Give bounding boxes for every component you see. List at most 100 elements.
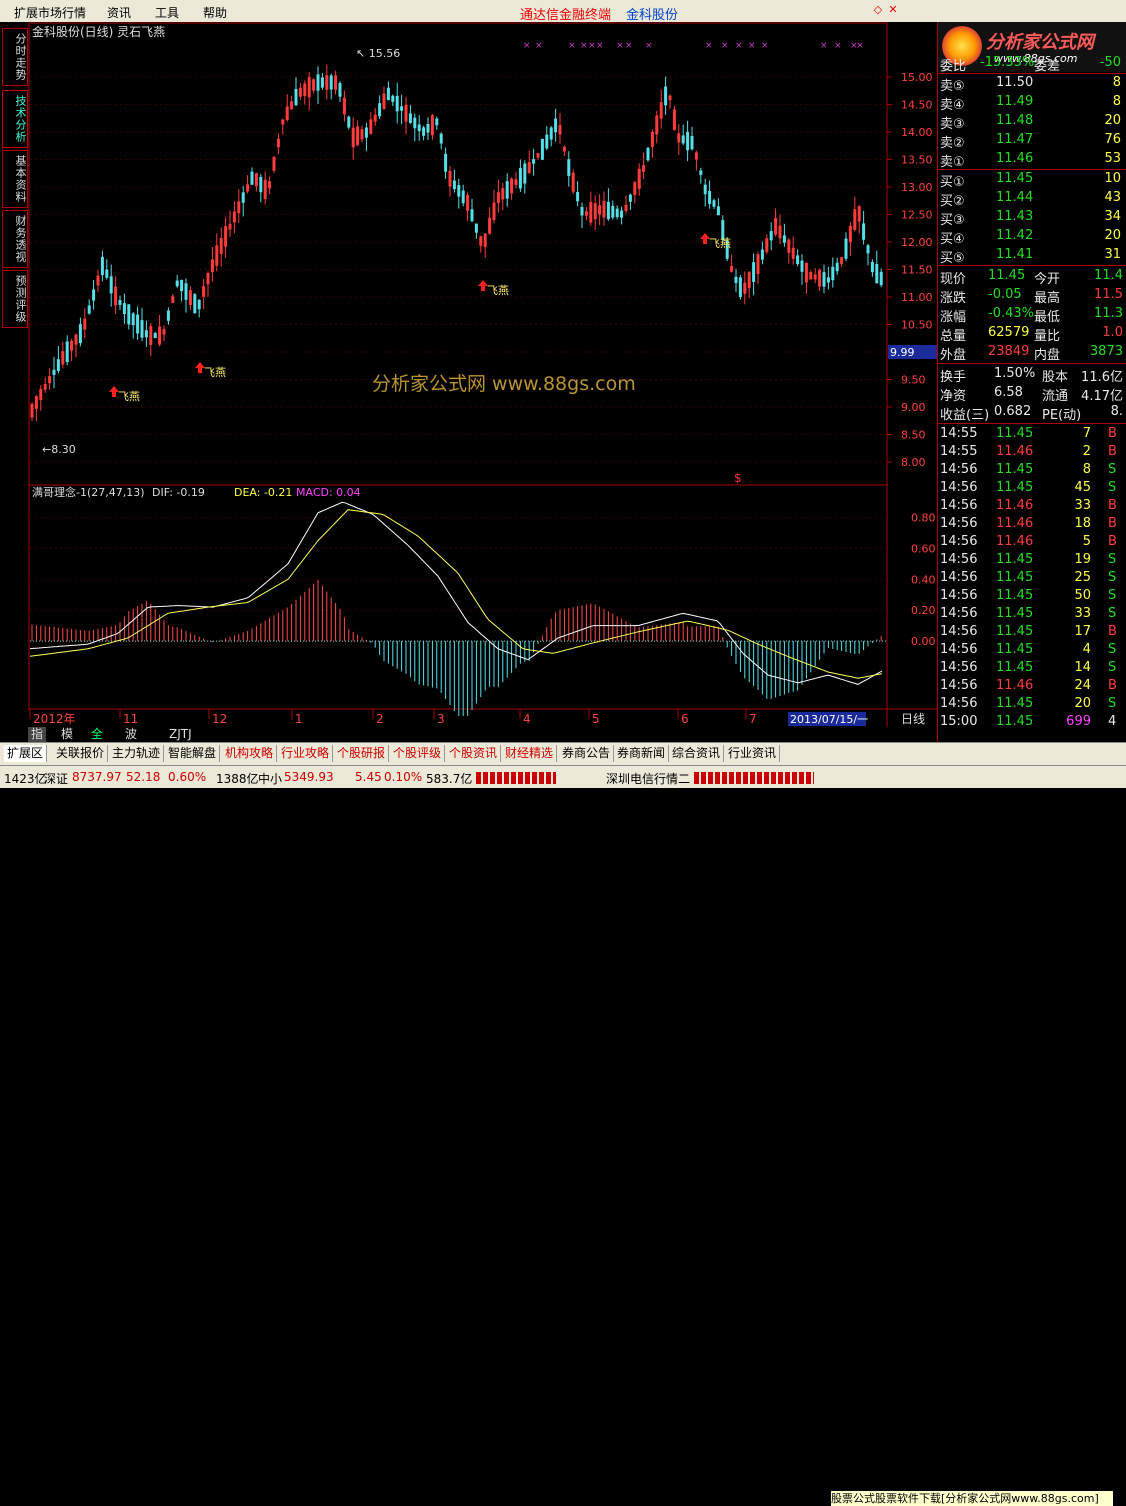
tick-row: 14:56 11.45 14 S <box>938 659 1126 677</box>
candle-body <box>444 153 448 172</box>
stat-label: 涨幅 <box>940 310 967 325</box>
stat-row: 涨跌 -0.05 最高 11.5 <box>938 286 1126 306</box>
price-tick-label: 15.00 <box>901 71 933 84</box>
candle-body <box>347 116 351 128</box>
info-tab[interactable]: 行业资讯 <box>725 745 781 762</box>
tick-time: 14:56 <box>940 588 978 603</box>
info-tab[interactable]: 券商公告 <box>559 745 615 762</box>
subtab-zjtj[interactable]: ZJTJ <box>166 727 195 742</box>
tab-intraday[interactable]: 分时走势 <box>2 28 28 86</box>
bid-volume: 34 <box>1104 209 1121 224</box>
candle-body <box>276 138 280 148</box>
menu-help[interactable]: 帮助 <box>203 4 227 21</box>
bid-volume: 43 <box>1104 190 1121 205</box>
info-tab[interactable]: 主力轨迹 <box>109 745 165 762</box>
info-tab[interactable]: 个股资讯 <box>446 745 502 762</box>
candle-body <box>39 388 43 401</box>
subtab-all[interactable]: 全部 <box>88 727 106 756</box>
info-tab[interactable]: 行业攻略 <box>278 745 334 762</box>
tab-fundamentals[interactable]: 基本资料 <box>2 150 28 208</box>
date-box-label: 2013/07/15/一 <box>790 713 868 726</box>
info-tab[interactable]: 综合资讯 <box>669 745 725 762</box>
candle-body <box>831 266 835 281</box>
candle-body <box>862 223 866 240</box>
candle-body <box>303 83 307 97</box>
candle-body <box>215 245 219 266</box>
price-tick-label: 9.50 <box>901 374 926 387</box>
candle-body <box>690 136 694 150</box>
tick-row: 14:56 11.45 17 B <box>938 623 1126 641</box>
ask-label: 卖② <box>940 136 965 151</box>
stat-label: 外盘 <box>940 348 967 363</box>
candle-body <box>796 255 800 265</box>
indicator-name: 满哥理念-1(27,47,13) <box>32 485 145 499</box>
ad-marquee[interactable]: 股票公式股票软件下载[分析家公式网www.88gs.com] <box>831 1491 1113 1506</box>
candle-body <box>373 114 377 122</box>
info-tab[interactable]: 机构攻略 <box>222 745 278 762</box>
event-marker: × <box>645 41 653 51</box>
candle-body <box>813 274 817 280</box>
candle-body <box>752 262 756 282</box>
date-tick-label: 5 <box>592 712 600 726</box>
candle-body <box>48 376 52 384</box>
candle-body <box>857 206 861 222</box>
tab-ratings[interactable]: 预测评级 <box>2 270 28 328</box>
tab-technical[interactable]: 技术分析 <box>2 90 28 148</box>
tick-volume: 20 <box>1074 696 1091 711</box>
ask-label: 卖③ <box>940 117 965 132</box>
candle-body <box>686 131 690 151</box>
candle-body <box>549 127 553 140</box>
candle-body <box>400 106 404 111</box>
event-marker: × <box>588 41 596 51</box>
subtab-bodwang[interactable]: 波段王 <box>122 727 140 771</box>
price-tick-label: 12.00 <box>901 236 933 249</box>
period-label[interactable]: 日线 <box>901 712 925 726</box>
tick-row: 14:56 11.46 18 B <box>938 515 1126 533</box>
menu-info[interactable]: 资讯 <box>107 4 131 21</box>
candle-body <box>184 283 188 300</box>
tick-side: S <box>1108 570 1117 585</box>
stat-label-2: 量比 <box>1034 329 1061 344</box>
restore-icon[interactable]: ◇ <box>872 4 884 16</box>
info-tab[interactable]: 关联报价 <box>53 745 109 762</box>
tab-financials[interactable]: 财务透视 <box>2 210 28 268</box>
watermark: 分析家公式网 www.88gs.com <box>372 373 636 395</box>
menu-expand-market[interactable]: 扩展市场行情 <box>14 4 86 21</box>
subtab-template[interactable]: 模板 <box>58 727 76 756</box>
close-icon[interactable]: ✕ <box>887 4 899 16</box>
tick-time: 14:56 <box>940 624 978 639</box>
candle-body <box>452 180 456 190</box>
info-tab[interactable]: 个股评级 <box>390 745 446 762</box>
info-tab[interactable]: 财经精选 <box>502 745 558 762</box>
candle-body <box>316 74 320 91</box>
candle-body <box>606 201 610 220</box>
bid-label: 买④ <box>940 232 965 247</box>
candle-body <box>272 157 276 171</box>
stock-chart[interactable]: 15.00 14.50 14.00 13.50 13.00 12.50 12.00 11.50… <box>28 22 937 727</box>
tick-volume: 33 <box>1074 606 1091 621</box>
candle-body <box>202 286 206 297</box>
candle-body <box>791 247 795 259</box>
info-tab[interactable]: 扩展区 <box>4 745 48 762</box>
tick-volume: 2 <box>1082 444 1091 459</box>
candle-body <box>664 86 668 106</box>
tick-time: 14:56 <box>940 534 978 549</box>
tick-side: B <box>1108 516 1117 531</box>
bid-row: 买② 11.44 43 <box>938 189 1126 209</box>
status-zx-value: 5349.93 <box>284 770 334 784</box>
info-tab[interactable]: 券商新闻 <box>614 745 670 762</box>
candle-body <box>756 254 760 274</box>
candle-body <box>136 314 140 334</box>
subtab-indicator[interactable]: 指标 <box>28 727 47 756</box>
tick-price: 11.45 <box>996 480 1034 495</box>
candle-body <box>263 179 267 200</box>
menu-tools[interactable]: 工具 <box>155 4 179 21</box>
tick-volume: 50 <box>1074 588 1091 603</box>
status-zx-label: 中小 <box>258 772 283 786</box>
info-tab[interactable]: 智能解盘 <box>165 745 221 762</box>
candle-body <box>747 272 751 289</box>
price-tick-label: 9.00 <box>901 401 926 414</box>
info-tab[interactable]: 个股研报 <box>334 745 390 762</box>
ask-row: 卖③ 11.48 20 <box>938 112 1126 132</box>
tick-volume: 17 <box>1074 624 1091 639</box>
